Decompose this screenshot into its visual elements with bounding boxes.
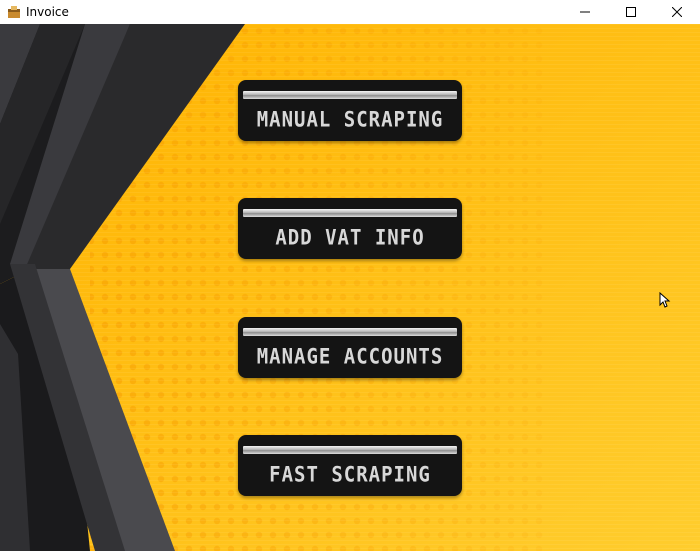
button-highlight-bar [243,91,457,99]
close-icon [672,7,682,17]
window-controls [562,0,700,24]
manage-accounts-button[interactable]: MANAGE ACCOUNTS [238,317,462,378]
window-title: Invoice [26,5,69,19]
add-vat-info-button[interactable]: ADD VAT INFO [238,198,462,259]
maximize-button[interactable] [608,0,654,24]
button-highlight-bar [243,328,457,336]
manual-scraping-button[interactable]: MANUAL SCRAPING [238,80,462,141]
fast-scraping-label: FAST SCRAPING [269,462,431,488]
minimize-icon [580,11,590,13]
main-content: MANUAL SCRAPING ADD VAT INFO MANAGE ACCO… [0,24,700,551]
close-button[interactable] [654,0,700,24]
manage-accounts-label: MANAGE ACCOUNTS [256,344,444,370]
maximize-icon [626,7,636,17]
button-highlight-bar [243,209,457,217]
fast-scraping-button[interactable]: FAST SCRAPING [238,435,462,496]
mouse-pointer-icon [659,292,671,308]
manual-scraping-label: MANUAL SCRAPING [256,107,444,133]
minimize-button[interactable] [562,0,608,24]
app-window: Invoice MANUAL SCRAPING ADD VAT INFO MAN… [0,0,700,551]
title-bar[interactable]: Invoice [0,0,700,24]
app-icon [8,6,20,18]
add-vat-info-label: ADD VAT INFO [275,225,425,251]
button-highlight-bar [243,446,457,454]
